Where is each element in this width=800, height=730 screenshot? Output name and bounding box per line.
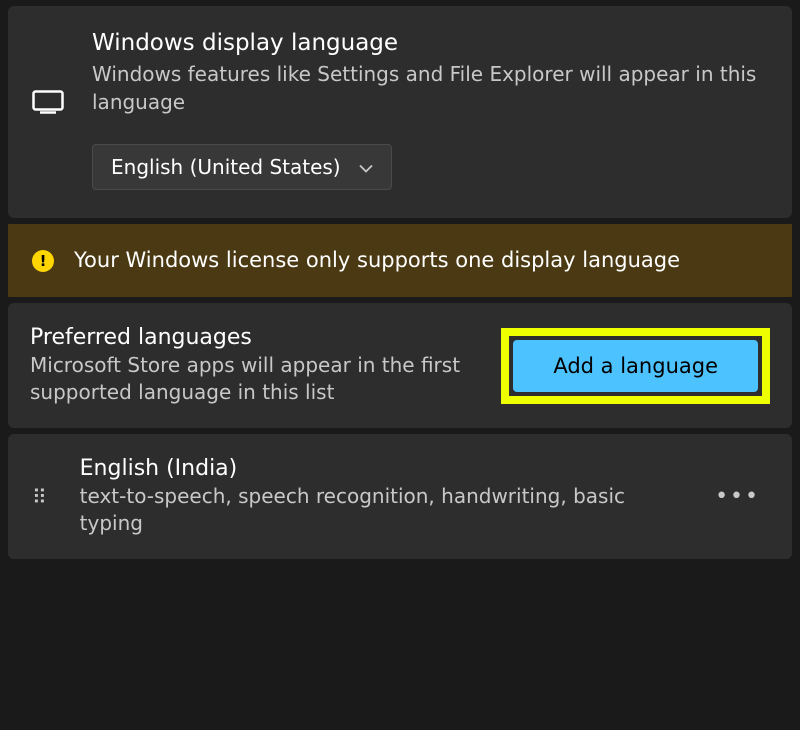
warning-icon: ! bbox=[32, 250, 54, 272]
preferred-languages-section: Preferred languages Microsoft Store apps… bbox=[8, 303, 792, 428]
language-name: English (India) bbox=[80, 456, 677, 481]
add-language-highlight: Add a language bbox=[501, 328, 770, 404]
display-language-section: Windows display language Windows feature… bbox=[8, 6, 792, 218]
drag-handle-icon[interactable]: ⠿ bbox=[32, 491, 50, 503]
display-language-dropdown[interactable]: English (United States) bbox=[92, 144, 392, 190]
license-warning: ! Your Windows license only supports one… bbox=[8, 224, 792, 297]
display-language-title: Windows display language bbox=[92, 30, 768, 56]
language-features: text-to-speech, speech recognition, hand… bbox=[80, 483, 677, 537]
language-item[interactable]: ⠿ English (India) text-to-speech, speech… bbox=[8, 434, 792, 559]
add-language-button[interactable]: Add a language bbox=[513, 340, 758, 392]
display-language-description: Windows features like Settings and File … bbox=[92, 60, 768, 116]
more-options-button[interactable]: ••• bbox=[707, 476, 768, 517]
preferred-languages-description: Microsoft Store apps will appear in the … bbox=[30, 352, 481, 406]
dropdown-selected-value: English (United States) bbox=[111, 155, 341, 179]
preferred-languages-title: Preferred languages bbox=[30, 325, 481, 350]
warning-text: Your Windows license only supports one d… bbox=[74, 246, 680, 275]
chevron-down-icon bbox=[359, 158, 373, 177]
monitor-icon bbox=[32, 90, 64, 118]
